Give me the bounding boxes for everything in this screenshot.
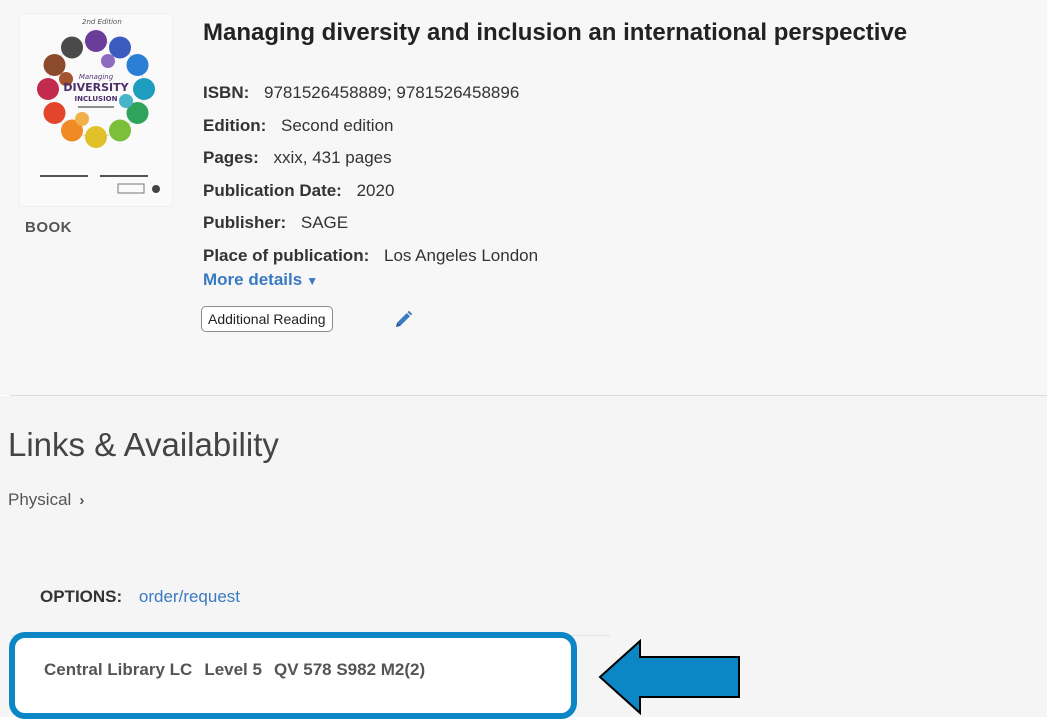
physical-availability-link[interactable]: Physical › xyxy=(8,490,84,510)
publisher-label: Publisher: xyxy=(203,213,287,232)
isbn-value: 9781526458889; 9781526458896 xyxy=(264,83,520,102)
pages-label: Pages: xyxy=(203,148,259,167)
place-of-publication-value: Los Angeles London xyxy=(383,245,539,265)
publication-date-row: Publication Date: 2020 xyxy=(203,175,538,208)
edition-row: Edition: Second edition xyxy=(203,110,538,143)
order-request-link[interactable]: order/request xyxy=(139,587,240,606)
physical-label: Physical xyxy=(8,490,72,509)
publication-date-value: 2020 xyxy=(356,180,395,200)
record-title[interactable]: Managing diversity and inclusion an inte… xyxy=(203,19,907,47)
place-of-publication-row: Place of publication: Los Angeles London xyxy=(203,240,538,273)
library-name: Central Library LC xyxy=(44,660,193,679)
edition-value: Second edition xyxy=(281,115,394,135)
svg-text:DIVERSITY: DIVERSITY xyxy=(63,81,129,94)
isbn-label: ISBN: xyxy=(203,83,250,102)
isbn-row: ISBN: 9781526458889; 9781526458896 xyxy=(203,77,538,110)
arrow-left-icon xyxy=(598,639,740,715)
pencil-icon[interactable] xyxy=(392,309,414,331)
svg-text:Managing: Managing xyxy=(79,73,114,81)
more-details-label: More details xyxy=(203,270,303,289)
pages-value: xxix, 431 pages xyxy=(273,148,392,167)
call-number: QV 578 S982 M2(2) xyxy=(273,660,426,679)
book-cover-thumbnail[interactable]: Managing DIVERSITY INCLUSION 2nd Edition xyxy=(20,14,172,206)
holding-location: Central Library LC Level 5 QV 578 S982 M2(… xyxy=(44,660,437,680)
edition-label: Edition: xyxy=(203,115,267,135)
publication-date-label: Publication Date: xyxy=(203,180,342,200)
svg-text:INCLUSION: INCLUSION xyxy=(75,95,118,103)
resource-type-label: BOOK xyxy=(25,219,72,236)
location-highlight-box[interactable]: Central Library LC Level 5 QV 578 S982 M2(… xyxy=(9,632,577,719)
pages-row: Pages: xxix, 431 pages xyxy=(203,142,538,175)
options-label: OPTIONS: xyxy=(40,587,123,606)
chevron-right-icon: › xyxy=(79,492,85,509)
svg-text:2nd Edition: 2nd Edition xyxy=(82,18,122,26)
publisher-value: SAGE xyxy=(300,213,349,232)
more-details-toggle[interactable]: More details ▼ xyxy=(203,270,318,290)
chevron-down-icon: ▼ xyxy=(306,274,319,288)
links-availability-heading: Links & Availability xyxy=(8,426,279,463)
record-details: ISBN: 9781526458889; 9781526458896 Editi… xyxy=(203,77,538,272)
reading-list-tag[interactable]: Additional Reading xyxy=(201,306,333,332)
place-of-publication-label: Place of publication: xyxy=(203,245,370,265)
options-row: OPTIONS: order/request xyxy=(40,587,240,607)
library-level: Level 5 xyxy=(204,660,262,679)
publisher-row: Publisher: SAGE xyxy=(203,207,538,240)
